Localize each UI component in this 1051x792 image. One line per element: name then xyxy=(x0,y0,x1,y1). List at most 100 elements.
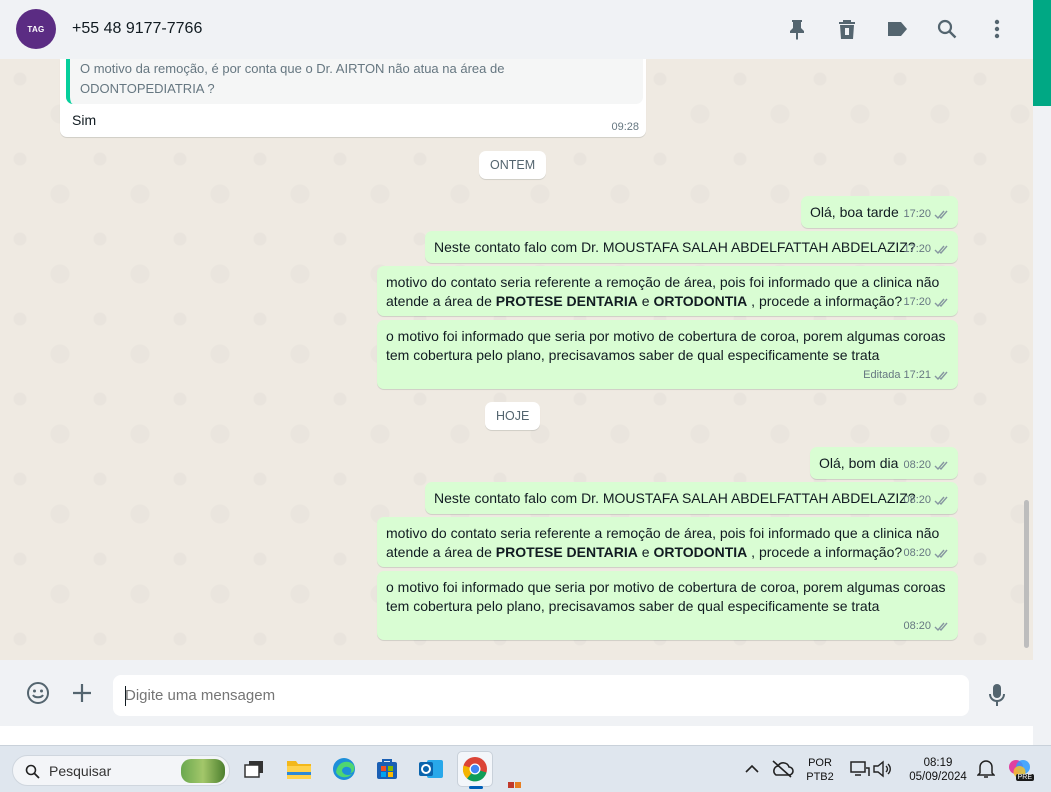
message-meta: 17:20 xyxy=(903,205,950,224)
outgoing-message[interactable]: o motivo foi informado que seria por mot… xyxy=(377,571,958,640)
search-highlight-image xyxy=(181,759,225,783)
pin-icon[interactable] xyxy=(785,17,809,41)
day-chip-hoje: HOJE xyxy=(485,402,541,430)
task-view-icon[interactable] xyxy=(240,755,268,783)
copilot-icon[interactable]: PRE xyxy=(1006,755,1034,783)
edge-browser-icon[interactable] xyxy=(330,755,358,783)
edited-label: Editada xyxy=(863,369,901,381)
message-meta: 08:20 xyxy=(903,456,950,475)
text-segment: e xyxy=(637,544,654,560)
chrome-icon[interactable] xyxy=(457,751,493,789)
message-meta: 08:20 xyxy=(903,491,950,510)
message-text: Olá, bom dia xyxy=(819,455,899,471)
quoted-text: O motivo da remoção, é por conta que o D… xyxy=(80,61,505,96)
message-time: 08:20 xyxy=(903,494,931,506)
plus-icon[interactable] xyxy=(69,680,95,706)
keyboard-layout: PTB2 xyxy=(806,771,834,783)
outgoing-message[interactable]: Neste contato falo com Dr. MOUSTAFA SALA… xyxy=(425,231,958,263)
clock[interactable]: 08:19 05/09/2024 xyxy=(902,756,974,784)
message-time: 17:20 xyxy=(903,296,931,308)
message-text: motivo do contato seria referente a remo… xyxy=(386,274,939,309)
volume-icon[interactable] xyxy=(868,755,896,783)
clock-date: 05/09/2024 xyxy=(909,771,967,783)
search-icon[interactable] xyxy=(935,17,959,41)
message-time: 08:20 xyxy=(903,620,931,632)
double-check-icon xyxy=(934,461,948,471)
outgoing-message[interactable]: Olá, bom dia 08:20 xyxy=(810,447,958,479)
message-text: o motivo foi informado que seria por mot… xyxy=(386,579,946,614)
bold-segment: PROTESE DENTARIA xyxy=(495,293,638,309)
microphone-icon[interactable] xyxy=(984,682,1010,708)
contact-name[interactable]: +55 48 9177-7766 xyxy=(72,20,202,38)
label-icon[interactable] xyxy=(885,17,909,41)
window-bottom xyxy=(0,726,1033,745)
notification-bell-icon[interactable] xyxy=(972,755,1000,783)
double-check-icon xyxy=(934,549,948,559)
message-meta: 17:20 xyxy=(903,293,950,312)
text-segment: e xyxy=(637,293,654,309)
message-meta: 17:20 xyxy=(903,240,950,259)
taskbar-search[interactable]: Pesquisar xyxy=(12,755,230,786)
message-time: 08:20 xyxy=(903,547,931,559)
microsoft-store-icon[interactable] xyxy=(373,755,401,783)
double-check-icon xyxy=(934,298,948,308)
contact-avatar[interactable]: TAG xyxy=(16,9,56,49)
taskbar-search-label: Pesquisar xyxy=(49,762,112,779)
windows-taskbar: Pesquisar POR PTB2 08:19 05/09/2024 PRE xyxy=(0,745,1051,792)
double-check-icon xyxy=(934,245,948,255)
message-meta: Editada 17:21 xyxy=(863,366,950,385)
active-indicator xyxy=(469,786,483,789)
text-segment: , procede a informação? xyxy=(747,544,903,560)
accent-strip xyxy=(1033,0,1051,106)
copilot-badge: PRE xyxy=(1015,774,1034,781)
language-code: POR xyxy=(808,757,832,769)
quoted-message[interactable]: O motivo da remoção, é por conta que o D… xyxy=(66,59,643,104)
double-check-icon xyxy=(934,496,948,506)
outgoing-message[interactable]: motivo do contato seria referente a remo… xyxy=(377,517,958,567)
trash-icon[interactable] xyxy=(835,17,859,41)
compose-bar xyxy=(0,660,1033,726)
double-check-icon xyxy=(934,622,948,632)
day-chip-ontem: ONTEM xyxy=(479,151,547,179)
text-segment: , procede a informação? xyxy=(747,293,903,309)
message-text: Sim xyxy=(72,112,97,128)
avatar-text: TAG xyxy=(27,24,45,34)
double-check-icon xyxy=(934,371,948,381)
emoji-icon[interactable] xyxy=(25,680,51,706)
double-check-icon xyxy=(934,210,948,220)
more-vertical-icon[interactable] xyxy=(985,17,1009,41)
chat-scrollbar-thumb[interactable] xyxy=(1024,500,1029,648)
cloud-offline-icon[interactable] xyxy=(768,755,796,783)
bold-segment: ORTODONTIA xyxy=(653,293,748,309)
message-meta: 08:20 xyxy=(903,617,950,636)
window-edge xyxy=(1033,0,1051,745)
incoming-message[interactable]: O motivo da remoção, é por conta que o D… xyxy=(60,59,646,137)
message-time: 17:20 xyxy=(903,208,931,220)
text-caret xyxy=(125,686,126,706)
app-icon-partial[interactable] xyxy=(505,780,525,792)
whatsapp-window: TAG +55 48 9177-7766 O motivo da remoção… xyxy=(0,0,1033,726)
keyboard-language[interactable]: POR PTB2 xyxy=(803,756,837,784)
message-time: 17:21 xyxy=(903,369,931,381)
message-time: 09:28 xyxy=(611,121,639,133)
outgoing-message[interactable]: Neste contato falo com Dr. MOUSTAFA SALA… xyxy=(425,482,958,514)
message-meta: 08:20 xyxy=(903,544,950,563)
message-text: o motivo foi informado que seria por mot… xyxy=(386,328,946,363)
chat-header: TAG +55 48 9177-7766 xyxy=(0,0,1033,59)
message-text: motivo do contato seria referente a remo… xyxy=(386,525,939,560)
bold-segment: PROTESE DENTARIA xyxy=(495,544,638,560)
message-text: Neste contato falo com Dr. MOUSTAFA SALA… xyxy=(434,490,916,506)
bold-segment: ORTODONTIA xyxy=(653,544,748,560)
message-time: 17:20 xyxy=(903,243,931,255)
message-time: 08:20 xyxy=(903,459,931,471)
message-input[interactable] xyxy=(113,675,969,716)
chevron-up-icon[interactable] xyxy=(738,755,766,783)
outgoing-message[interactable]: motivo do contato seria referente a remo… xyxy=(377,266,958,316)
message-text: Olá, boa tarde xyxy=(810,204,899,220)
search-icon xyxy=(25,764,40,779)
outgoing-message[interactable]: o motivo foi informado que seria por mot… xyxy=(377,320,958,389)
outlook-icon[interactable] xyxy=(417,755,445,783)
clock-time: 08:19 xyxy=(923,757,953,769)
outgoing-message[interactable]: Olá, boa tarde 17:20 xyxy=(801,196,958,228)
file-explorer-icon[interactable] xyxy=(285,755,313,783)
